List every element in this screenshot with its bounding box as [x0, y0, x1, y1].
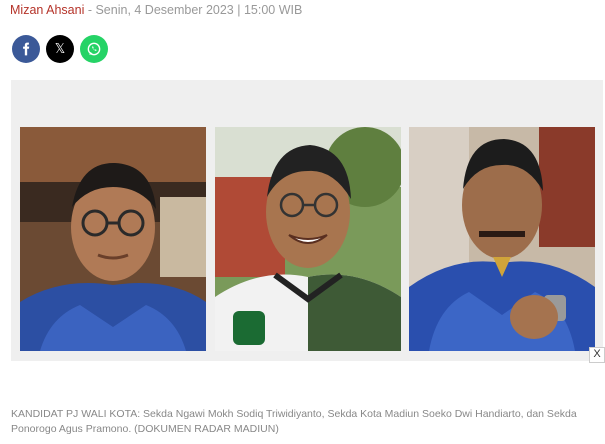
- facebook-share-button[interactable]: [12, 35, 40, 63]
- x-share-button[interactable]: 𝕏: [46, 35, 74, 63]
- whatsapp-share-button[interactable]: [80, 35, 108, 63]
- x-twitter-icon: 𝕏: [54, 41, 66, 57]
- article-byline: Mizan Ahsani - Senin, 4 Desember 2023 | …: [10, 3, 302, 17]
- facebook-icon: [23, 42, 30, 56]
- author-link[interactable]: Mizan Ahsani: [10, 3, 84, 17]
- publish-datetime: Senin, 4 Desember 2023 | 15:00 WIB: [95, 3, 303, 17]
- photo-sekda-ponorogo: [409, 127, 595, 351]
- photo-container: [11, 80, 603, 361]
- byline-separator: -: [84, 3, 96, 17]
- ad-close-button[interactable]: X: [589, 347, 605, 363]
- share-bar: 𝕏: [12, 35, 108, 63]
- whatsapp-icon: [87, 42, 101, 56]
- photo-sekda-ngawi: [20, 127, 206, 351]
- photo-caption: KANDIDAT PJ WALI KOTA: Sekda Ngawi Mokh …: [11, 408, 577, 435]
- photo-sekda-madiun: [215, 127, 401, 351]
